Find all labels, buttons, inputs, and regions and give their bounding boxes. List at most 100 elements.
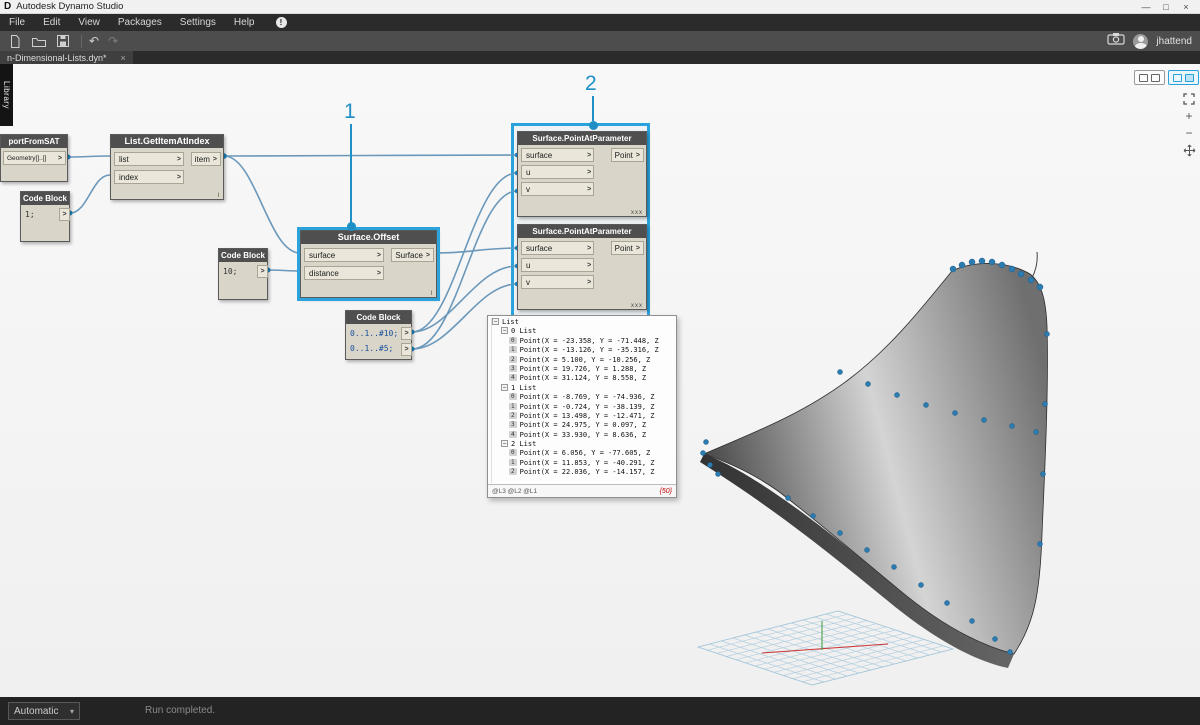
node-code-block-1[interactable]: Code Block 1; > (20, 191, 70, 242)
node-title[interactable]: Surface.PointAtParameter (518, 225, 646, 238)
lacing-indicator[interactable]: l (431, 291, 433, 297)
port-item-output[interactable]: item> (191, 152, 221, 166)
port-u-input[interactable]: u> (521, 258, 594, 272)
watch-item-row[interactable]: 4Point(X = 33.930, Y = 8.636, Z (492, 431, 674, 440)
undo-button[interactable]: ↶ (89, 32, 99, 50)
node-title[interactable]: Code Block (219, 249, 267, 262)
node-surface-pointatparameter-1[interactable]: Surface.PointAtParameter surface> u> v> … (517, 131, 647, 217)
library-panel-tab[interactable]: Library (0, 64, 13, 126)
port-geometry-output[interactable]: Geometry[]..[]> (3, 151, 66, 165)
data-preview-bubble[interactable]: −List −0 List0Point(X = -23.358, Y = -71… (487, 315, 677, 498)
watch-item-row[interactable]: 1Point(X = -13.126, Y = -35.316, Z (492, 346, 674, 355)
pan-button[interactable] (1181, 143, 1197, 157)
run-status-message: Run completed. (145, 705, 215, 716)
port-surface-input[interactable]: surface> (521, 241, 594, 255)
watch-group-row[interactable]: −0 List (492, 327, 674, 336)
node-import-from-sat[interactable]: portFromSAT Geometry[]..[]> (0, 134, 68, 182)
node-title[interactable]: Code Block (346, 311, 411, 324)
open-file-button[interactable] (31, 34, 47, 49)
watch-group-row[interactable]: −2 List (492, 440, 674, 449)
item-count-badge: {50} (660, 488, 672, 495)
menu-file[interactable]: File (0, 14, 34, 31)
menu-view[interactable]: View (69, 14, 109, 31)
lacing-indicator[interactable]: l (218, 193, 220, 199)
save-button[interactable] (56, 34, 70, 49)
port-surface-output[interactable]: Surface> (391, 248, 434, 262)
watch-item-row[interactable]: 0Point(X = -8.769, Y = -74.936, Z (492, 393, 674, 402)
watch-item-row[interactable]: 2Point(X = 22.036, Y = -14.157, Z (492, 468, 674, 477)
watch-item-row[interactable]: 1Point(X = 11.853, Y = -40.291, Z (492, 459, 674, 468)
node-code-block-range[interactable]: Code Block 0..1..#10; 0..1..#5; > > (345, 310, 412, 360)
menu-edit[interactable]: Edit (34, 14, 69, 31)
watch-item-row[interactable]: 2Point(X = 5.100, Y = -10.256, Z (492, 356, 674, 365)
lacing-indicator[interactable]: xxx (631, 210, 643, 216)
node-code-block-10[interactable]: Code Block 10; > (218, 248, 268, 300)
minimize-button[interactable]: — (1136, 2, 1156, 12)
redo-button[interactable]: ↷ (108, 32, 118, 50)
graph-view-toggle[interactable] (1134, 70, 1165, 85)
menu-help[interactable]: Help (225, 14, 264, 31)
port-distance-input[interactable]: distance> (304, 266, 384, 280)
close-button[interactable]: × (1176, 2, 1196, 12)
maximize-button[interactable]: □ (1156, 2, 1176, 12)
user-avatar[interactable] (1133, 34, 1148, 49)
watch-item-row[interactable]: 4Point(X = 31.124, Y = 8.558, Z (492, 374, 674, 383)
port-code-output[interactable]: > (257, 265, 268, 278)
node-title[interactable]: Surface.Offset (301, 231, 436, 244)
port-range1-output[interactable]: > (401, 327, 412, 340)
port-v-input[interactable]: v> (521, 275, 594, 289)
tab-close-icon[interactable]: × (121, 53, 126, 63)
collapse-icon[interactable]: − (501, 327, 508, 334)
port-surface-input[interactable]: surface> (304, 248, 384, 262)
index-badge: 4 (509, 431, 517, 438)
annotation-1-label[interactable]: 1 (344, 100, 356, 124)
zoom-out-button[interactable]: − (1181, 126, 1197, 140)
new-file-button[interactable] (8, 34, 22, 49)
port-v-input[interactable]: v> (521, 182, 594, 196)
port-point-output[interactable]: Point> (611, 241, 644, 255)
node-surface-offset[interactable]: Surface.Offset surface> distance> Surfac… (300, 230, 437, 298)
watch-item-row[interactable]: 3Point(X = 24.975, Y = 0.097, Z (492, 421, 674, 430)
surface-preview (700, 252, 1050, 668)
collapse-icon[interactable]: − (501, 384, 508, 391)
annotation-2-line (592, 96, 594, 121)
zoom-fit-button[interactable] (1181, 92, 1197, 106)
preview-list: −List −0 List0Point(X = -23.358, Y = -71… (491, 318, 674, 483)
index-badge: 3 (509, 365, 517, 372)
port-point-output[interactable]: Point> (611, 148, 644, 162)
port-range2-output[interactable]: > (401, 343, 412, 356)
export-image-button[interactable] (1107, 32, 1125, 50)
menu-packages[interactable]: Packages (109, 14, 171, 31)
port-code-output[interactable]: > (59, 208, 70, 221)
node-list-getitematindex[interactable]: List.GetItemAtIndex list> index> item> l (110, 134, 224, 200)
watch-item-row[interactable]: 1Point(X = -0.724, Y = -38.139, Z (492, 403, 674, 412)
watch-root-row[interactable]: −List (492, 318, 674, 327)
watch-item-row[interactable]: 0Point(X = -23.358, Y = -71.448, Z (492, 337, 674, 346)
list-levels-label[interactable]: @L3 @L2 @L1 (492, 488, 537, 495)
notifications-icon[interactable]: ! (276, 17, 287, 28)
port-surface-input[interactable]: surface> (521, 148, 594, 162)
node-title[interactable]: Code Block (21, 192, 69, 205)
node-surface-pointatparameter-2[interactable]: Surface.PointAtParameter surface> u> v> … (517, 224, 647, 310)
watch-item-row[interactable]: 2Point(X = 13.498, Y = -12.471, Z (492, 412, 674, 421)
run-mode-dropdown[interactable]: Automatic ▾ (8, 702, 80, 720)
background-preview-toggle[interactable] (1168, 70, 1199, 85)
lacing-indicator[interactable]: xxx (631, 303, 643, 309)
watch-item-row[interactable]: 3Point(X = 19.726, Y = 1.288, Z (492, 365, 674, 374)
collapse-icon[interactable]: − (492, 318, 499, 325)
port-list-input[interactable]: list> (114, 152, 184, 166)
node-title[interactable]: Surface.PointAtParameter (518, 132, 646, 145)
menu-settings[interactable]: Settings (171, 14, 225, 31)
annotation-2-label[interactable]: 2 (585, 72, 597, 96)
zoom-in-button[interactable]: + (1181, 109, 1197, 123)
workspace-tab[interactable]: n-Dimensional-Lists.dyn* × (0, 51, 133, 64)
graph-canvas[interactable]: Library 1 2 portFromSAT Geometry[]..[]> … (0, 64, 1200, 697)
graph-icon (1139, 74, 1148, 82)
collapse-icon[interactable]: − (501, 440, 508, 447)
watch-group-row[interactable]: −1 List (492, 384, 674, 393)
watch-item-row[interactable]: 0Point(X = 6.056, Y = -77.605, Z (492, 449, 674, 458)
node-title[interactable]: List.GetItemAtIndex (111, 135, 223, 148)
port-index-input[interactable]: index> (114, 170, 184, 184)
node-title[interactable]: portFromSAT (1, 135, 67, 148)
port-u-input[interactable]: u> (521, 165, 594, 179)
